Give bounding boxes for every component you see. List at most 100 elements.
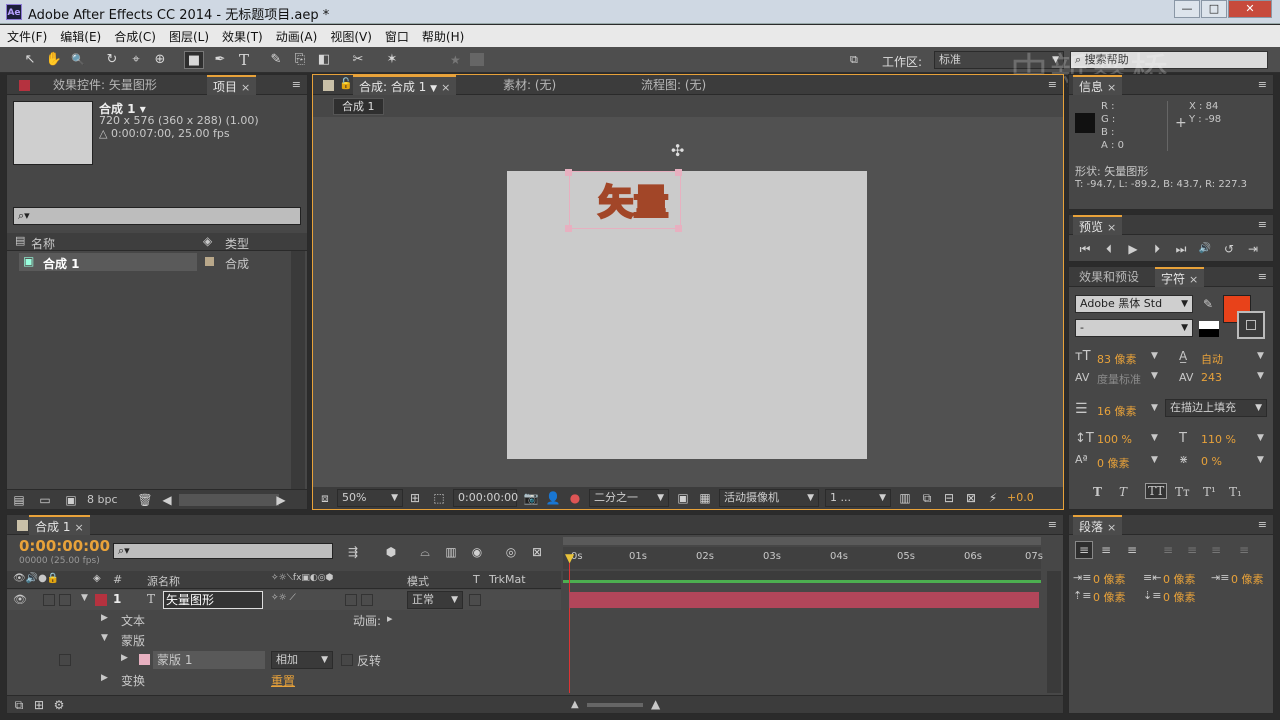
expand-chevron-down-icon[interactable]: ▼ xyxy=(81,593,88,603)
time-ruler[interactable]: 0s 01s 02s 03s 04s 05s 06s 07s xyxy=(563,547,1043,569)
layer-row[interactable]: 👁 ▼ 1 T 矢量图形 ✧☼ ⟋ 正常 ▼ xyxy=(7,590,561,610)
brush-tool-icon[interactable]: ✎ xyxy=(266,51,286,69)
transform-property-row[interactable]: ▶ 变换 重置 xyxy=(7,670,561,690)
all-caps-button[interactable]: TT xyxy=(1145,483,1168,499)
trash-icon[interactable]: 🗑 xyxy=(137,492,153,508)
vertical-scale-value[interactable]: 100 % xyxy=(1097,433,1132,446)
roi-icon[interactable]: ▣ xyxy=(675,490,691,506)
kerning-value[interactable]: 度量标准 xyxy=(1097,371,1141,387)
maximize-button[interactable]: □ xyxy=(1201,0,1227,18)
indent-left-field[interactable]: 0 像素 xyxy=(1093,571,1126,587)
chevron-down-icon[interactable]: ▼ xyxy=(1257,371,1264,381)
solo-toggle[interactable] xyxy=(43,594,55,606)
eye-icon[interactable]: 👁 xyxy=(13,593,27,606)
comp-viewer[interactable]: ✣ 矢量 xyxy=(313,117,1063,487)
timeline-icon[interactable]: ⊟ xyxy=(941,490,957,506)
zoom-select[interactable]: 50% ▼ xyxy=(337,489,403,507)
roto-brush-tool-icon[interactable]: ✂ xyxy=(348,51,368,69)
tab-preview[interactable]: 预览 × xyxy=(1073,215,1123,235)
expand-chevron-right-icon[interactable]: ▶ xyxy=(101,613,108,623)
menu-effect[interactable]: 效果(T) xyxy=(215,25,269,45)
flowchart-icon[interactable]: ⊠ xyxy=(963,490,979,506)
leading-value[interactable]: 自动 xyxy=(1201,351,1223,367)
timecode-display[interactable]: 0:00:00:00 xyxy=(453,489,518,507)
shy-layers-icon[interactable]: ⌓ xyxy=(417,544,433,560)
always-preview-icon[interactable]: ⧈ xyxy=(317,490,333,506)
toggle-pixel-icon[interactable]: ▥ xyxy=(897,490,913,506)
tab-effects-presets[interactable]: 效果和预设 xyxy=(1073,267,1145,287)
black-swatch[interactable] xyxy=(1199,329,1219,337)
bit-depth-label[interactable]: 8 bpc xyxy=(87,493,118,506)
camera-select[interactable]: 活动摄像机 ▼ xyxy=(719,489,819,507)
fx-switch[interactable] xyxy=(345,594,357,606)
stroke-width-value[interactable]: 16 像素 xyxy=(1097,403,1137,419)
chevron-down-icon[interactable]: ▼ xyxy=(1151,351,1158,361)
justify-right-icon[interactable]: ≡ xyxy=(1211,541,1221,559)
project-scrollbar[interactable] xyxy=(291,251,305,489)
timeline-search-input[interactable]: ⌕▾ xyxy=(113,543,333,559)
project-search-input[interactable]: ⌕▾ xyxy=(13,207,301,225)
scroll-right-icon[interactable]: ▶ xyxy=(273,492,289,508)
color-channels-icon[interactable]: ● xyxy=(567,490,583,506)
canvas-text[interactable]: 矢量 xyxy=(598,175,670,225)
rotate-tool-icon[interactable]: ↻ xyxy=(102,51,122,69)
close-icon[interactable]: × xyxy=(241,81,250,94)
menu-animation[interactable]: 动画(A) xyxy=(269,25,324,45)
tab-character[interactable]: 字符 × xyxy=(1155,267,1205,287)
tab-footage[interactable]: 素材: (无) xyxy=(497,75,562,95)
menu-view[interactable]: 视图(V) xyxy=(323,25,378,45)
zoom-slider[interactable] xyxy=(587,703,643,707)
column-source-name[interactable]: 源名称 xyxy=(147,573,180,589)
mask-mode-select[interactable]: 相加 ▼ xyxy=(271,651,333,669)
close-icon[interactable]: × xyxy=(1189,273,1198,286)
comp-canvas[interactable]: 矢量 xyxy=(507,169,867,459)
mask-row[interactable]: ▶ 蒙版 1 相加 ▼ 反转 xyxy=(7,650,561,670)
close-icon[interactable]: × xyxy=(1107,221,1116,234)
scroll-left-icon[interactable]: ◀ xyxy=(159,492,175,508)
faux-bold-button[interactable]: T xyxy=(1093,485,1102,499)
first-frame-icon[interactable]: ⏮ xyxy=(1077,241,1093,257)
reset-link[interactable]: 重置 xyxy=(271,672,295,689)
panel-menu-icon[interactable]: ≡ xyxy=(1258,218,1267,231)
baseline-shift-value[interactable]: 0 像素 xyxy=(1097,455,1130,471)
small-caps-button[interactable]: Tт xyxy=(1175,485,1190,499)
horizontal-scale-value[interactable]: 110 % xyxy=(1201,433,1236,446)
new-folder-icon[interactable]: ▭ xyxy=(37,492,53,508)
text-property-row[interactable]: ▶ 文本 动画: ▸ xyxy=(7,610,561,630)
layer-name-field[interactable]: 矢量图形 xyxy=(163,591,263,609)
chevron-down-icon[interactable]: ▼ xyxy=(1257,455,1264,465)
mask-color-swatch[interactable] xyxy=(139,654,150,665)
align-left-icon[interactable]: ≡ xyxy=(1075,541,1093,559)
hand-tool-icon[interactable]: ✋ xyxy=(44,51,64,69)
interpret-footage-icon[interactable]: ▤ xyxy=(11,492,27,508)
clone-stamp-tool-icon[interactable]: ⎘ xyxy=(290,51,310,69)
chevron-down-icon[interactable]: ▼ xyxy=(1257,433,1264,443)
pan-behind-tool-icon[interactable]: ⊕ xyxy=(150,51,170,69)
panel-menu-icon[interactable]: ≡ xyxy=(1258,270,1267,283)
font-size-value[interactable]: 83 像素 xyxy=(1097,351,1137,367)
resolution-select[interactable]: 二分之一 ▼ xyxy=(589,489,669,507)
invert-checkbox[interactable] xyxy=(341,654,353,666)
align-center-icon[interactable]: ≡ xyxy=(1101,541,1111,559)
blend-mode-select[interactable]: 正常 ▼ xyxy=(407,591,463,609)
justify-left-icon[interactable]: ≡ xyxy=(1163,541,1173,559)
camera-orbit-tool-icon[interactable]: ⌖ xyxy=(126,51,146,69)
handle[interactable] xyxy=(675,169,682,176)
work-area[interactable] xyxy=(563,571,1041,583)
exposure-value[interactable]: +0.0 xyxy=(1007,491,1034,504)
tsume-value[interactable]: 0 % xyxy=(1201,455,1222,468)
motion-blur-icon[interactable]: ◉ xyxy=(469,544,485,560)
transparency-grid-icon[interactable]: ▦ xyxy=(697,490,713,506)
layer-label-color[interactable] xyxy=(95,594,107,606)
toggle-switches-icon[interactable]: ⧉ xyxy=(11,697,27,713)
new-comp-icon[interactable]: ▣ xyxy=(63,492,79,508)
expand-chevron-right-icon[interactable]: ▶ xyxy=(101,673,108,683)
zoom-tool-icon[interactable]: 🔍 xyxy=(68,51,88,69)
comp-mini-flowchart-icon[interactable]: ⇶ xyxy=(345,544,361,560)
type-tool-icon[interactable]: T xyxy=(234,51,254,69)
menu-composition[interactable]: 合成(C) xyxy=(107,25,162,45)
horizontal-scrollbar[interactable] xyxy=(179,494,279,506)
eyedropper-icon[interactable]: ✎ xyxy=(1203,297,1213,311)
play-icon[interactable]: ▶ xyxy=(1125,241,1141,257)
close-icon[interactable]: × xyxy=(74,521,83,534)
